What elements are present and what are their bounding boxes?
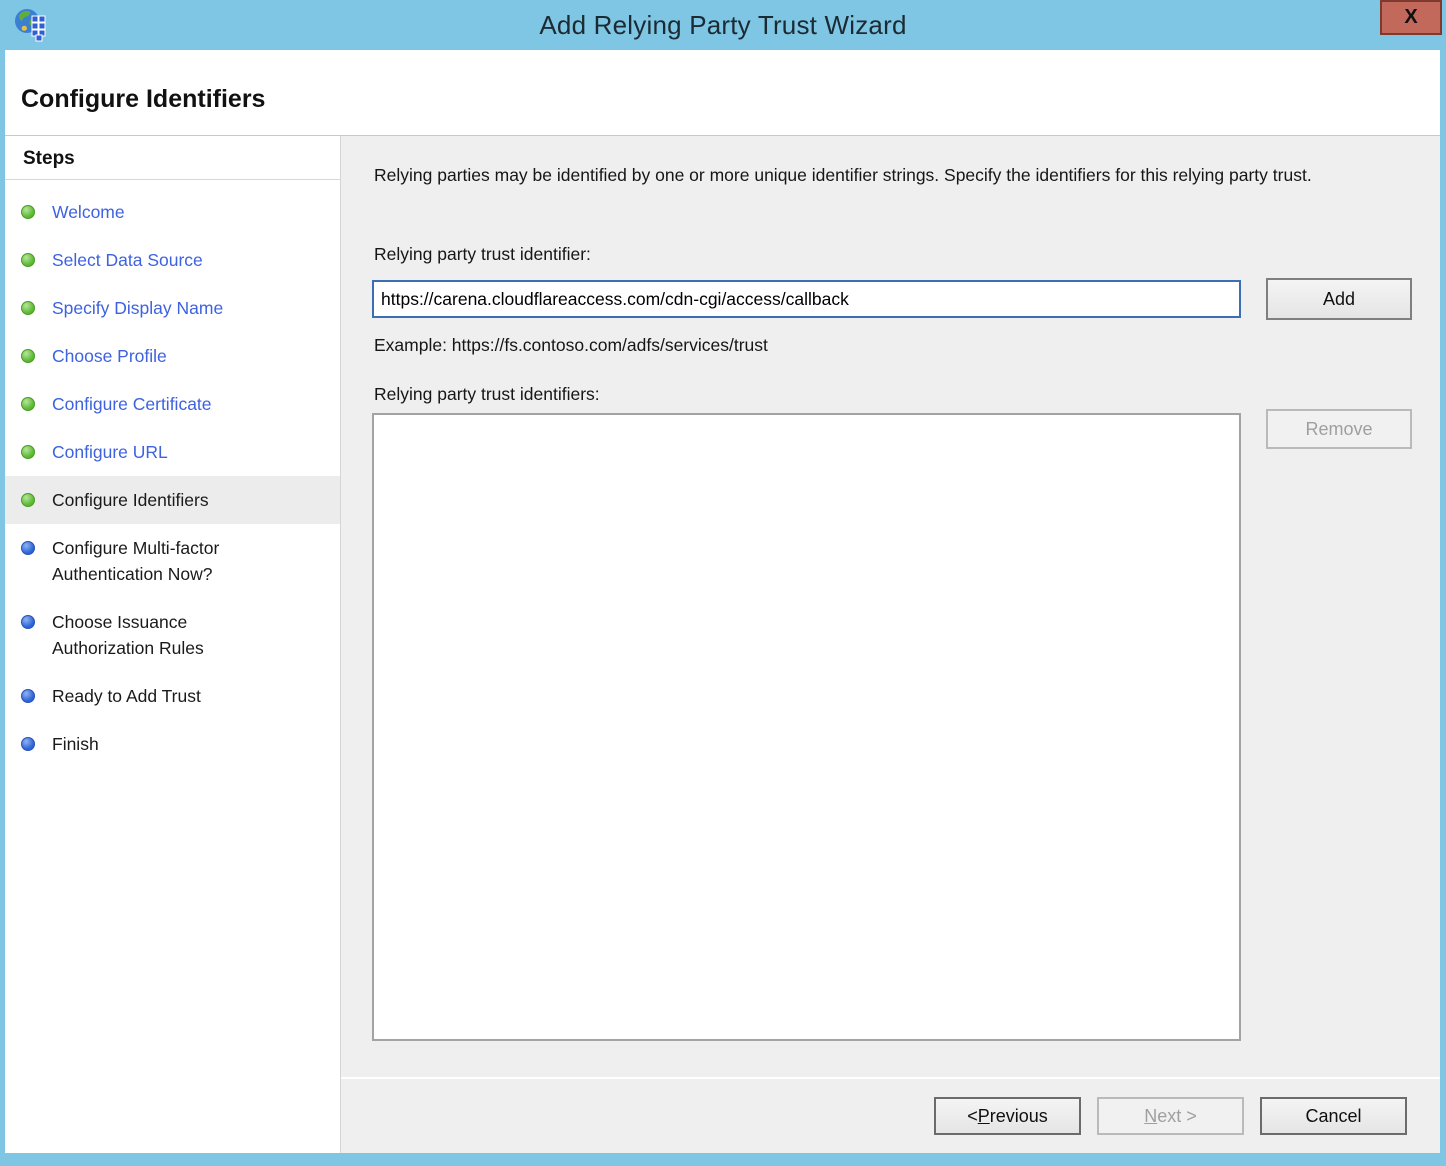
next-label-accesskey: N: [1144, 1106, 1157, 1127]
cancel-button[interactable]: Cancel: [1260, 1097, 1407, 1135]
step-bullet-icon: [21, 541, 35, 555]
next-label-rest: ext >: [1157, 1106, 1197, 1127]
sidebar-step-configure-certificate[interactable]: Configure Certificate: [5, 380, 340, 428]
sidebar-step-configure-identifiers[interactable]: Configure Identifiers: [5, 476, 340, 524]
intro-text: Relying parties may be identified by one…: [374, 162, 1399, 189]
step-bullet-icon: [21, 493, 35, 507]
step-bullet-icon: [21, 445, 35, 459]
window-frame: Configure Identifiers Steps Welcome Sele…: [5, 50, 1440, 1153]
identifiers-list-label: Relying party trust identifiers:: [374, 384, 600, 405]
previous-label-rest: revious: [990, 1106, 1048, 1127]
sidebar-step-finish[interactable]: Finish: [5, 720, 340, 768]
step-label: Welcome: [52, 199, 125, 225]
step-bullet-icon: [21, 689, 35, 703]
step-label: Choose Profile: [52, 343, 167, 369]
footer-button-bar: < Previous Next > Cancel: [341, 1077, 1440, 1153]
step-label: Choose Issuance Authorization Rules: [52, 609, 282, 661]
sidebar-step-welcome[interactable]: Welcome: [5, 188, 340, 236]
step-label: Configure Certificate: [52, 391, 212, 417]
example-text: Example: https://fs.contoso.com/adfs/ser…: [374, 335, 768, 356]
step-bullet-icon: [21, 737, 35, 751]
sidebar-step-specify-display-name[interactable]: Specify Display Name: [5, 284, 340, 332]
sidebar-step-ready-to-add-trust[interactable]: Ready to Add Trust: [5, 672, 340, 720]
previous-button[interactable]: < Previous: [934, 1097, 1081, 1135]
step-label: Configure Multi-factor Authentication No…: [52, 535, 282, 587]
step-label: Configure Identifiers: [52, 487, 209, 513]
previous-label-accesskey: P: [978, 1106, 990, 1127]
step-bullet-icon: [21, 301, 35, 315]
sidebar-step-configure-multi-factor-authentication-now[interactable]: Configure Multi-factor Authentication No…: [5, 524, 340, 598]
step-label: Select Data Source: [52, 247, 203, 273]
step-bullet-icon: [21, 349, 35, 363]
previous-label-pre: <: [967, 1106, 978, 1127]
wizard-window: Add Relying Party Trust Wizard X Configu…: [0, 0, 1446, 1166]
step-bullet-icon: [21, 615, 35, 629]
configure-identifiers-panel: Relying parties may be identified by one…: [341, 136, 1440, 1077]
step-label: Finish: [52, 731, 99, 757]
steps-divider: [5, 179, 340, 180]
steps-list: Welcome Select Data Source Specify Displ…: [5, 188, 340, 768]
sidebar-step-select-data-source[interactable]: Select Data Source: [5, 236, 340, 284]
step-bullet-icon: [21, 397, 35, 411]
remove-button[interactable]: Remove: [1266, 409, 1412, 449]
steps-sidebar: Steps Welcome Select Data Source Specify…: [5, 136, 341, 1153]
step-label: Ready to Add Trust: [52, 683, 201, 709]
page-header: Configure Identifiers: [5, 50, 1440, 136]
sidebar-step-choose-issuance-authorization-rules[interactable]: Choose Issuance Authorization Rules: [5, 598, 340, 672]
step-bullet-icon: [21, 253, 35, 267]
identifier-input-label: Relying party trust identifier:: [374, 244, 591, 265]
window-title: Add Relying Party Trust Wizard: [0, 0, 1446, 50]
steps-heading: Steps: [23, 148, 340, 170]
close-button[interactable]: X: [1380, 0, 1442, 35]
identifiers-listbox[interactable]: [372, 413, 1241, 1041]
sidebar-step-configure-url[interactable]: Configure URL: [5, 428, 340, 476]
sidebar-step-choose-profile[interactable]: Choose Profile: [5, 332, 340, 380]
step-bullet-icon: [21, 205, 35, 219]
page-title: Configure Identifiers: [21, 85, 265, 114]
relying-party-identifier-input[interactable]: [372, 280, 1241, 318]
step-label: Configure URL: [52, 439, 168, 465]
step-label: Specify Display Name: [52, 295, 223, 321]
add-button[interactable]: Add: [1266, 278, 1412, 320]
next-button[interactable]: Next >: [1097, 1097, 1244, 1135]
titlebar: Add Relying Party Trust Wizard X: [0, 0, 1446, 50]
